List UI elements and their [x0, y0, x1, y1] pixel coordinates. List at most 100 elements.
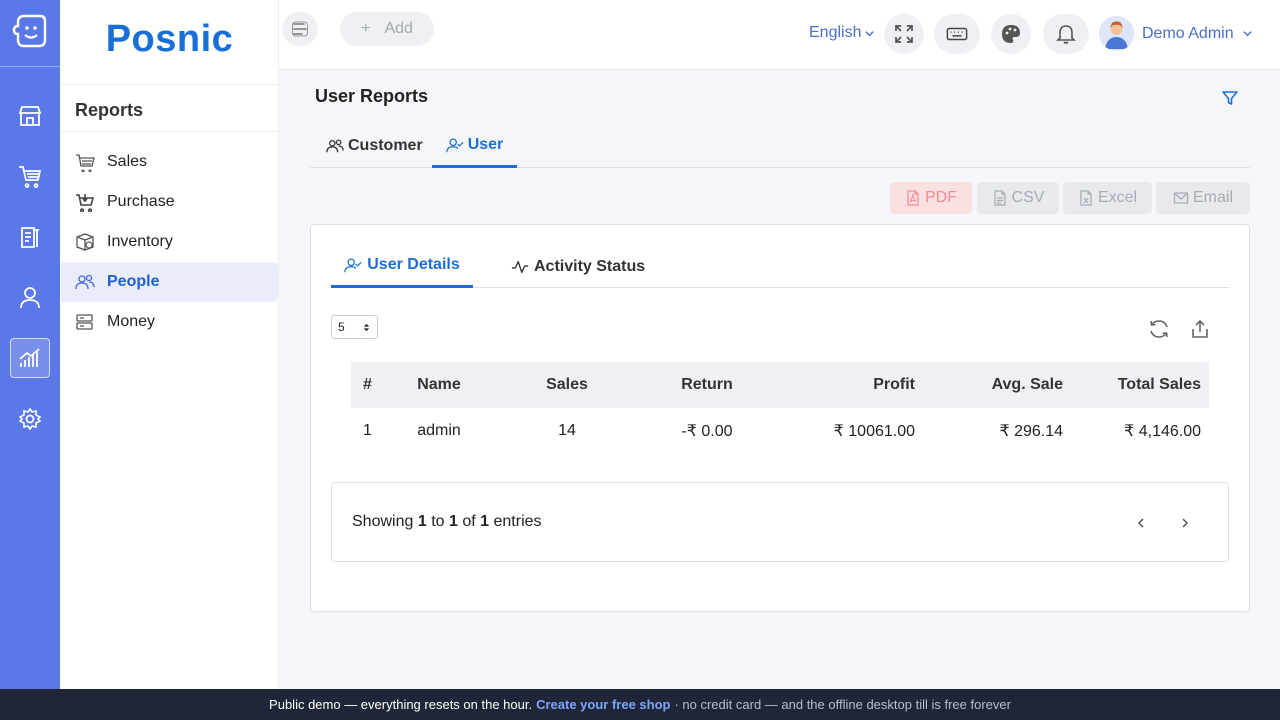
- export-csv-button[interactable]: CSV: [977, 182, 1059, 214]
- tab-label: Customer: [348, 137, 423, 154]
- column-header[interactable]: Avg. Sale: [923, 362, 1071, 408]
- export-excel-button[interactable]: Excel: [1063, 182, 1152, 214]
- pager-total: 1: [480, 513, 490, 530]
- column-header[interactable]: Sales: [479, 362, 655, 408]
- app-logo-icon[interactable]: [10, 12, 50, 52]
- palette-icon: [1002, 25, 1020, 43]
- brand-name[interactable]: Posnic: [60, 18, 279, 61]
- table-header-row: # Name Sales Return Profit Avg. Sale Tot…: [351, 362, 1209, 408]
- cart-icon[interactable]: [10, 156, 50, 196]
- tab-label: User: [467, 135, 504, 153]
- add-button[interactable]: + Add: [340, 12, 434, 46]
- sidebar-item-inventory[interactable]: Inventory: [61, 222, 278, 262]
- chevron-down-icon: [865, 30, 875, 36]
- filter-icon[interactable]: [1220, 88, 1240, 108]
- tab-activity-status[interactable]: Activity Status: [511, 245, 645, 288]
- language-dropdown[interactable]: English: [809, 24, 875, 42]
- export-pdf-button[interactable]: PDF: [890, 182, 972, 214]
- column-header[interactable]: Return: [655, 362, 759, 408]
- export-email-button[interactable]: Email: [1156, 182, 1250, 214]
- detail-tabs: User Details Activity Status: [331, 245, 1229, 288]
- report-tabs: Customer User: [310, 124, 1250, 168]
- export-label: CSV: [1011, 189, 1045, 206]
- page-size-value: 5: [338, 320, 345, 334]
- sidebar-item-label: Sales: [107, 153, 148, 170]
- sidebar: Posnic Reports Sales Purchase Inventory …: [60, 0, 279, 689]
- banner-text: Public demo — everything resets on the h…: [269, 697, 533, 712]
- pager-word: to: [431, 513, 445, 530]
- menu-icon: [292, 21, 308, 37]
- activity-icon: [511, 260, 529, 273]
- pager-from: 1: [417, 513, 427, 530]
- create-shop-link[interactable]: Create your free shop: [536, 697, 670, 712]
- tab-user-details[interactable]: User Details: [331, 245, 473, 288]
- sidebar-divider: [60, 131, 279, 132]
- keyboard-button[interactable]: [934, 14, 980, 54]
- chevron-right-icon[interactable]: [1173, 511, 1197, 535]
- column-header[interactable]: Total Sales: [1071, 362, 1209, 408]
- people-icon: [326, 139, 344, 153]
- sidebar-item-purchase[interactable]: Purchase: [61, 182, 278, 222]
- add-label: Add: [384, 20, 413, 37]
- chevron-left-icon[interactable]: [1129, 511, 1153, 535]
- excel-icon: [1080, 190, 1092, 206]
- people-icon: [75, 272, 95, 292]
- sidebar-item-money[interactable]: Money: [61, 302, 278, 342]
- export-label: Email: [1192, 189, 1233, 206]
- column-header[interactable]: #: [351, 362, 399, 408]
- sidebar-item-sales[interactable]: Sales: [61, 142, 278, 182]
- chevron-down-icon: [1242, 31, 1252, 37]
- user-report-table: # Name Sales Return Profit Avg. Sale Tot…: [351, 362, 1209, 454]
- tab-customer[interactable]: Customer: [326, 124, 423, 168]
- cart-icon: [75, 192, 95, 212]
- store-icon[interactable]: [10, 96, 50, 136]
- avatar: [1099, 16, 1134, 51]
- column-header[interactable]: Profit: [759, 362, 923, 408]
- page-size-select[interactable]: 5: [331, 315, 378, 339]
- sidebar-item-people[interactable]: People: [61, 262, 278, 302]
- user-check-icon: [445, 138, 464, 152]
- report-card: User Details Activity Status 5 # Name Sa…: [310, 224, 1250, 612]
- user-menu[interactable]: Demo Admin: [1099, 16, 1253, 51]
- upload-icon[interactable]: [1188, 317, 1212, 341]
- top-bar: + Add English Demo Admin: [279, 0, 1280, 70]
- pdf-icon: [907, 190, 919, 206]
- table-cell: ₹ 296.14: [999, 423, 1063, 440]
- sidebar-item-label: Purchase: [107, 193, 175, 210]
- envelope-icon: [1173, 192, 1189, 204]
- tab-user[interactable]: User: [432, 124, 517, 168]
- column-header[interactable]: Name: [399, 362, 479, 408]
- gear-icon[interactable]: [10, 399, 50, 439]
- theme-button[interactable]: [991, 14, 1031, 54]
- box-icon: [75, 232, 95, 252]
- sidebar-title: Reports: [75, 100, 144, 120]
- sidebar-divider: [60, 84, 279, 85]
- clipboard-icon[interactable]: [10, 217, 50, 257]
- banner-tail: · no credit card — and the offline deskt…: [674, 697, 1011, 712]
- language-label: English: [809, 24, 862, 41]
- table-row: 1 admin 14 -₹ 0.00 ₹ 10061.00 ₹ 296.14 ₹…: [351, 408, 1209, 454]
- user-check-icon: [344, 258, 362, 273]
- table-cell: -₹ 0.00: [681, 423, 733, 440]
- pagination: Showing 1 to 1 of 1 entries: [331, 482, 1229, 562]
- money-icon: [75, 312, 95, 332]
- sort-arrows-icon: [363, 323, 370, 331]
- table-cell: ₹ 10061.00: [833, 423, 915, 440]
- tab-label: Activity Status: [534, 257, 646, 275]
- pager-word: entries: [493, 513, 542, 530]
- fullscreen-button[interactable]: [884, 14, 924, 54]
- table-cell: admin: [417, 422, 461, 439]
- menu-toggle-button[interactable]: [282, 12, 318, 46]
- pager-to: 1: [448, 513, 458, 530]
- chart-icon[interactable]: [10, 338, 50, 378]
- notifications-button[interactable]: [1043, 14, 1089, 54]
- rail-divider: [0, 66, 60, 67]
- app-rail: [0, 0, 60, 689]
- pager-word: of: [462, 513, 476, 530]
- expand-icon: [895, 25, 913, 43]
- sidebar-item-label: Inventory: [107, 233, 173, 250]
- person-icon[interactable]: [10, 277, 50, 317]
- refresh-icon[interactable]: [1147, 317, 1171, 341]
- page-title: User Reports: [315, 86, 429, 106]
- table-cell: ₹ 4,146.00: [1124, 423, 1201, 440]
